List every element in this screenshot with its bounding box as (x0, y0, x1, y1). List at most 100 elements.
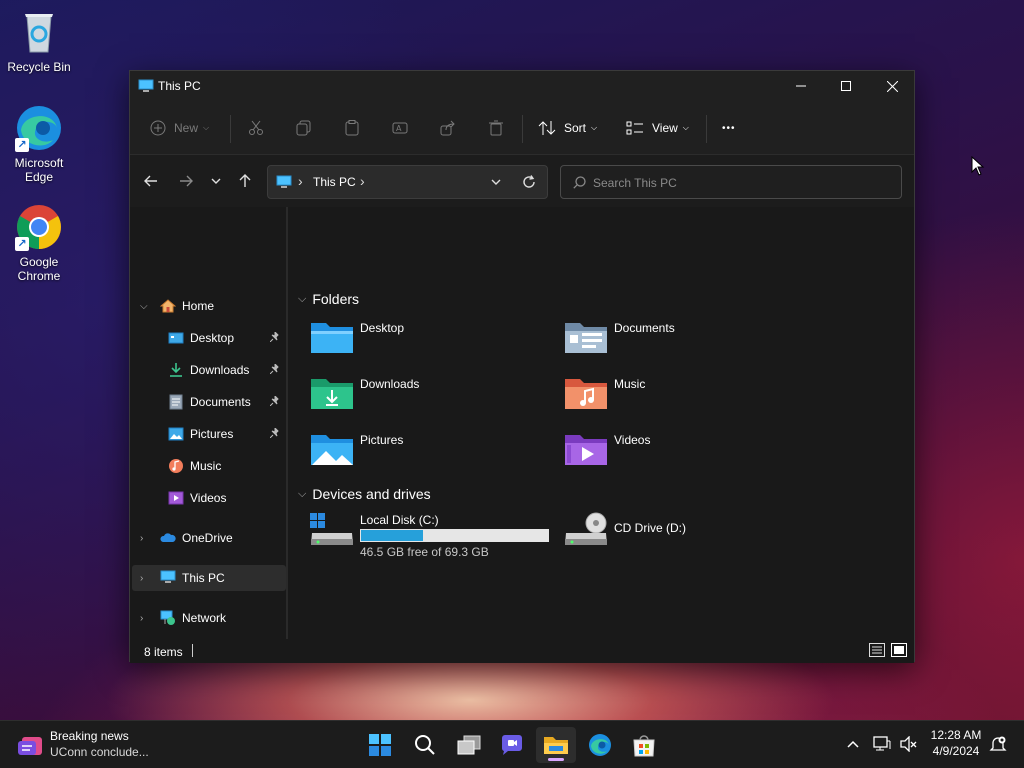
nav-item-videos[interactable]: Videos (132, 485, 286, 511)
taskbar-search-button[interactable] (405, 727, 445, 763)
clipboard-icon (345, 120, 359, 136)
back-button[interactable] (141, 171, 161, 191)
close-button[interactable] (869, 71, 915, 101)
pin-icon (269, 426, 280, 441)
view-button[interactable]: View ⌵ (626, 115, 689, 141)
news-subtitle: UConn conclude... (50, 745, 149, 759)
pin-icon (269, 362, 280, 377)
group-header-folders[interactable]: ⌵ Folders (298, 291, 359, 307)
music-folder-icon (564, 375, 608, 411)
chevron-down-icon: ⌵ (682, 123, 689, 132)
nav-item-network[interactable]: › Network (132, 605, 286, 631)
nav-item-onedrive[interactable]: › OneDrive (132, 525, 286, 551)
breadcrumb-separator[interactable]: › (298, 173, 303, 189)
cut-button[interactable] (248, 115, 264, 141)
copy-button[interactable] (296, 115, 312, 141)
tiles-view-button[interactable] (891, 643, 907, 660)
chevron-down-icon[interactable]: ⌵ (140, 301, 148, 312)
nav-item-home[interactable]: ⌵ Home (132, 293, 286, 319)
folder-videos[interactable]: Videos (564, 431, 804, 471)
folder-downloads[interactable]: Downloads (310, 375, 550, 415)
nav-item-downloads[interactable]: Downloads (132, 357, 286, 383)
network-status-button[interactable] (873, 736, 891, 755)
videos-icon (168, 490, 184, 506)
file-explorer-taskbar-button[interactable] (536, 727, 576, 763)
drive-space-text: 46.5 GB free of 69.3 GB (360, 545, 489, 559)
new-button[interactable]: New ⌵ (150, 115, 209, 141)
desktop-icon-edge[interactable]: ↗ Microsoft Edge (3, 104, 75, 184)
desktop-folder-icon (168, 330, 184, 346)
folder-pictures[interactable]: Pictures (310, 431, 550, 471)
nav-label: Network (182, 611, 227, 625)
onedrive-cloud-icon (160, 530, 176, 546)
drive-usage-fill (361, 530, 423, 541)
minimize-button[interactable] (778, 71, 824, 101)
chevron-down-icon (211, 178, 221, 184)
title-bar[interactable]: This PC (130, 71, 914, 101)
drive-label: Local Disk (C:) (360, 513, 439, 527)
close-icon (886, 80, 898, 92)
search-input[interactable] (593, 174, 883, 192)
status-divider (192, 644, 193, 657)
address-bar[interactable]: › This PC › (267, 165, 548, 199)
task-view-icon (457, 735, 481, 755)
clock-button[interactable]: 12:28 AM 4/9/2024 (928, 727, 984, 763)
nav-item-documents[interactable]: Documents (132, 389, 286, 415)
maximize-button[interactable] (823, 71, 869, 101)
store-taskbar-button[interactable] (624, 727, 664, 763)
nav-item-desktop[interactable]: Desktop (132, 325, 286, 351)
drive-cd-d[interactable]: CD Drive (D:) (564, 511, 804, 559)
rename-button[interactable]: A (392, 115, 408, 141)
show-hidden-icons-button[interactable] (846, 737, 860, 754)
chevron-right-icon[interactable]: › (140, 613, 143, 624)
windows-logo-icon (369, 734, 391, 756)
nav-label: This PC (182, 571, 225, 585)
start-button[interactable] (360, 727, 400, 763)
refresh-button[interactable] (522, 175, 536, 192)
nav-item-pictures[interactable]: Pictures (132, 421, 286, 447)
breadcrumb-this-pc[interactable]: This PC (313, 175, 356, 189)
see-more-button[interactable]: ••• (722, 115, 736, 141)
edge-taskbar-button[interactable] (580, 727, 620, 763)
svg-text:A: A (396, 124, 402, 133)
windows-drive-icon (310, 511, 354, 547)
details-view-button[interactable] (869, 643, 885, 660)
address-dropdown-button[interactable] (490, 176, 502, 191)
folder-documents[interactable]: Documents (564, 319, 804, 359)
breadcrumb-separator[interactable]: › (360, 173, 365, 189)
teams-chat-button[interactable] (492, 727, 532, 763)
nav-label: Downloads (190, 363, 250, 377)
search-box[interactable] (560, 165, 902, 199)
delete-button[interactable] (488, 115, 504, 141)
sort-button[interactable]: Sort ⌵ (538, 115, 597, 141)
network-icon (160, 610, 176, 626)
notifications-button[interactable] (989, 735, 1007, 756)
nav-item-music[interactable]: Music (132, 453, 286, 479)
chevron-right-icon[interactable]: › (140, 573, 143, 584)
forward-button[interactable] (176, 171, 196, 191)
task-view-button[interactable] (449, 727, 489, 763)
search-icon (573, 176, 586, 192)
item-count: 8 items (144, 645, 183, 659)
group-header-devices[interactable]: ⌵ Devices and drives (298, 486, 431, 502)
desktop-icon-chrome[interactable]: ↗ Google Chrome (3, 203, 75, 283)
nav-label: Music (190, 459, 222, 473)
nav-item-this-pc[interactable]: › This PC (132, 565, 286, 591)
volume-button[interactable] (900, 735, 918, 755)
news-widget[interactable]: Breaking news UConn conclude... (14, 727, 174, 763)
folder-desktop[interactable]: Desktop (310, 319, 550, 359)
file-explorer-icon (544, 737, 568, 754)
trash-icon (489, 120, 503, 136)
folder-label: Videos (614, 433, 651, 447)
desktop-icon-recycle-bin[interactable]: Recycle Bin (3, 8, 75, 74)
paste-button[interactable] (344, 115, 360, 141)
folder-music[interactable]: Music (564, 375, 804, 415)
clock-date: 4/9/2024 (932, 744, 980, 758)
chevron-down-icon: ⌵ (203, 123, 210, 132)
recent-locations-button[interactable] (206, 171, 226, 191)
chevron-right-icon[interactable]: › (140, 533, 143, 544)
chat-icon (501, 735, 522, 755)
share-button[interactable] (440, 115, 456, 141)
up-button[interactable] (235, 171, 255, 191)
drive-local-disk-c[interactable]: Local Disk (C:) 46.5 GB free of 69.3 GB (310, 511, 550, 559)
